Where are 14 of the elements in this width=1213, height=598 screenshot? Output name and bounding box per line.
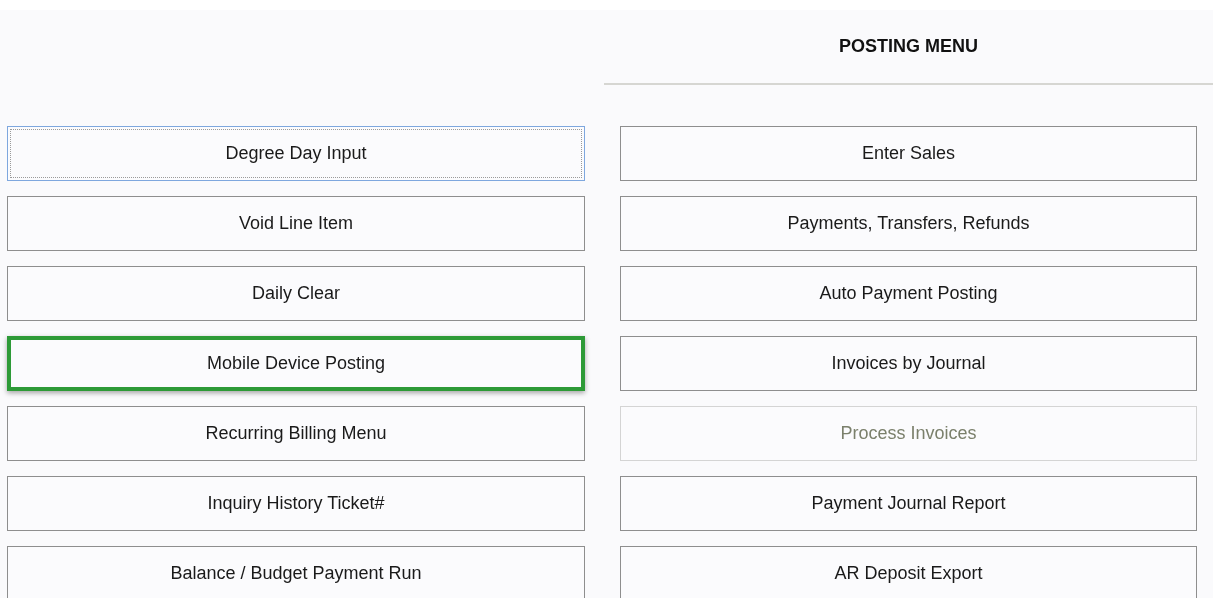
menu-button[interactable]: Payment Journal Report (620, 476, 1197, 531)
menu-button[interactable]: Auto Payment Posting (620, 266, 1197, 321)
menu-button[interactable]: Invoices by Journal (620, 336, 1197, 391)
menu-button[interactable]: Void Line Item (7, 196, 585, 251)
menu-button[interactable]: Payments, Transfers, Refunds (620, 196, 1197, 251)
menu-button[interactable]: Mobile Device Posting (7, 336, 585, 391)
menu-button[interactable]: AR Deposit Export (620, 546, 1197, 598)
menu-button[interactable]: Inquiry History Ticket# (7, 476, 585, 531)
menu-button[interactable]: Balance / Budget Payment Run (7, 546, 585, 598)
menu-button[interactable]: Enter Sales (620, 126, 1197, 181)
menu-button[interactable]: Daily Clear (7, 266, 585, 321)
menu-title: POSTING MENU (839, 36, 978, 57)
menu-button[interactable]: Recurring Billing Menu (7, 406, 585, 461)
menu-button[interactable]: Degree Day Input (7, 126, 585, 181)
